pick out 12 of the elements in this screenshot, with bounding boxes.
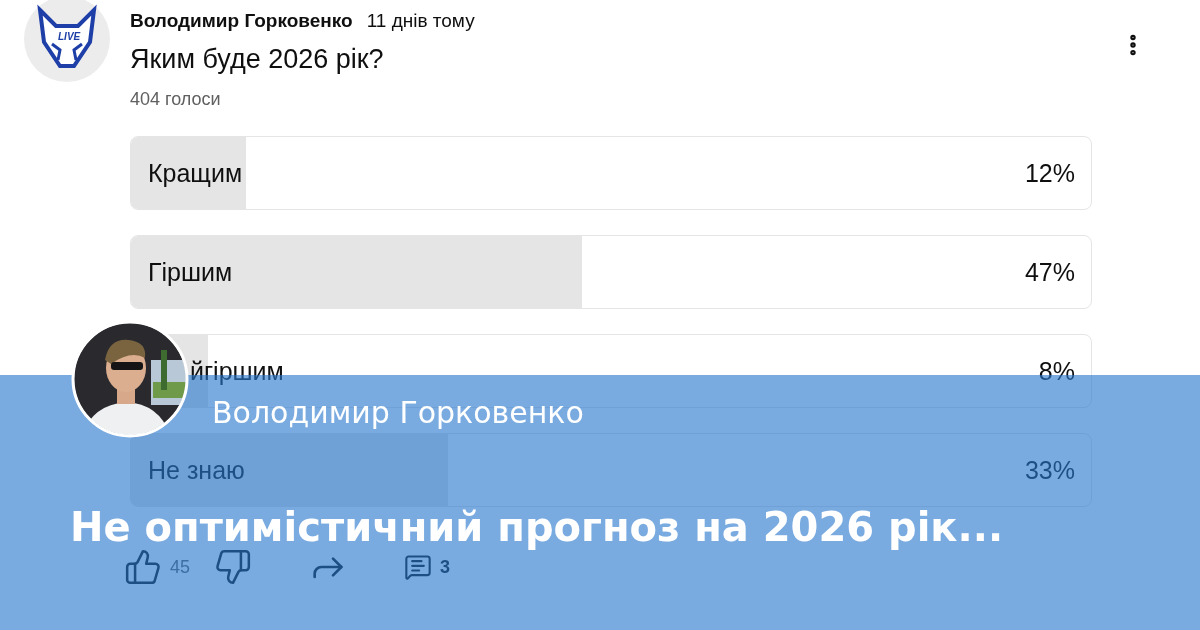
vote-count: 404 голоси — [130, 89, 222, 110]
option-percent: 12% — [1024, 158, 1075, 188]
option-label: Гіршим — [148, 257, 233, 287]
option-percent: 47% — [1024, 257, 1075, 287]
comment-count: 3 — [440, 556, 451, 578]
option-percent: 33% — [1024, 455, 1075, 485]
option-label: Не знаю — [148, 455, 245, 485]
like-count: 45 — [170, 556, 191, 578]
poll-question: Яким буде 2026 рік? — [130, 44, 384, 75]
post-time: 11 днів тому — [366, 10, 475, 32]
banner-title: Не оптимістичний прогноз на 2026 рік... — [70, 504, 1005, 550]
option-label: Кращим — [148, 158, 243, 188]
